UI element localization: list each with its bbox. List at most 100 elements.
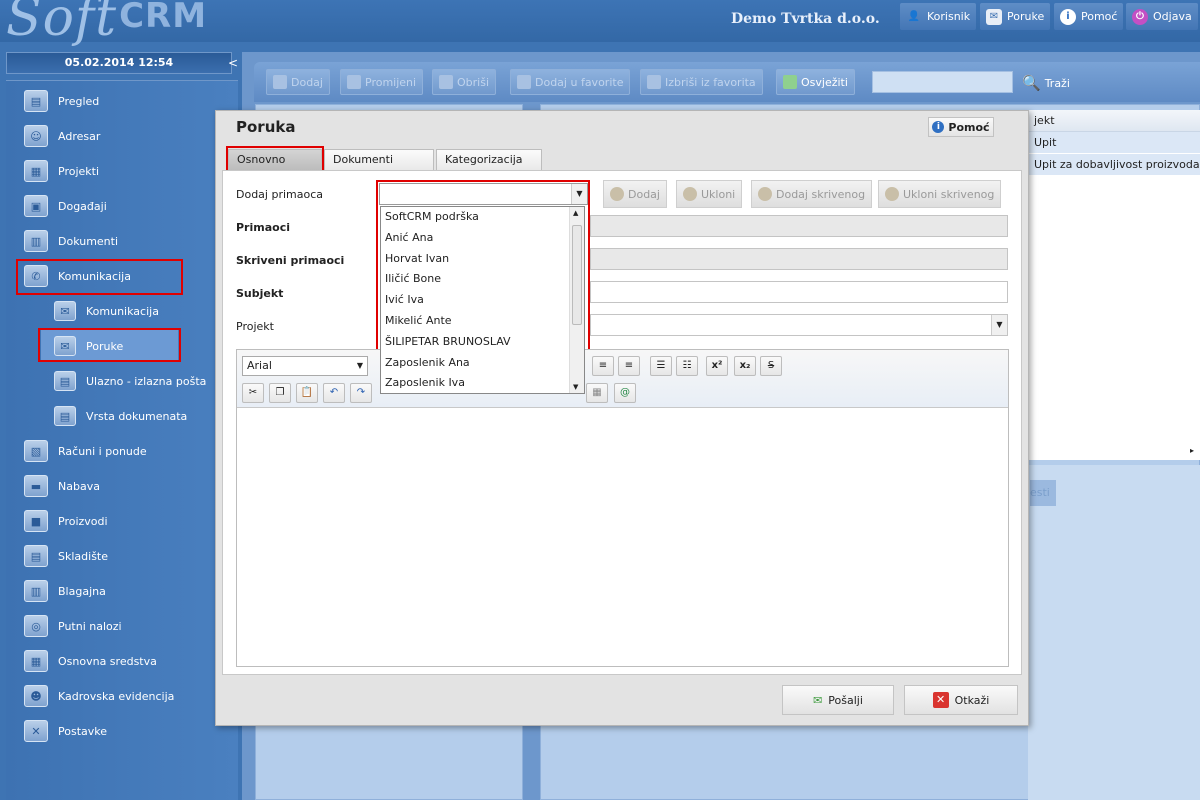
bullet-list-icon[interactable]: ☰: [650, 356, 672, 376]
sidebar-item-dokumenti[interactable]: ▥ Dokumenti: [24, 226, 118, 256]
remove-favorite-button[interactable]: Izbriši iz favorita: [640, 69, 763, 95]
list-item[interactable]: ŠILIPETAR BRUNOSLAV: [381, 332, 584, 353]
sidebar-item-kadrovska-evidencija[interactable]: ☻ Kadrovska evidencija: [24, 681, 174, 711]
power-icon: ⏻: [1132, 8, 1148, 25]
subject-input[interactable]: [590, 281, 1008, 303]
dropdown-scrollbar[interactable]: ▲ ▼: [569, 207, 584, 393]
user-hidden-add-icon: [758, 187, 772, 201]
add-favorite-button[interactable]: Dodaj u favorite: [510, 69, 631, 95]
list-item[interactable]: Anić Ana: [381, 228, 584, 249]
logout-button[interactable]: ⏻ Odjava: [1126, 3, 1198, 30]
chevron-down-icon[interactable]: ▼: [991, 315, 1007, 335]
list-item[interactable]: Mikelić Ante: [381, 311, 584, 332]
justify-icon[interactable]: ≡: [618, 356, 640, 376]
top-bar: SoftCRM Demo Tvrtka d.o.o. 👤 Korisnik ✉ Po…: [0, 0, 1200, 48]
refresh-icon: [783, 75, 797, 89]
delete-icon: [439, 75, 453, 89]
recipients-label: Primaoci: [236, 221, 290, 234]
help-icon: i: [1060, 8, 1076, 25]
scrollbar-thumb[interactable]: [572, 225, 582, 325]
copy-icon[interactable]: ❐: [269, 383, 291, 403]
sidebar-item-dogadaji[interactable]: ▣ Događaji: [24, 191, 107, 221]
travel-icon: ◎: [24, 615, 48, 637]
sidebar-item-ulazno-izlazna-posta[interactable]: ▤ Ulazno - izlazna pošta: [54, 366, 206, 396]
messages-button[interactable]: ✉ Poruke: [980, 3, 1051, 30]
tab-dokumenti[interactable]: Dokumenti: [324, 149, 434, 171]
help-button[interactable]: i Pomoć: [1054, 3, 1124, 30]
align-right-icon[interactable]: ≡: [592, 356, 614, 376]
calendar-icon: ▣: [24, 195, 48, 217]
redo-icon[interactable]: ↷: [350, 383, 372, 403]
remove-hidden-recipient-button[interactable]: Ukloni skrivenog: [878, 180, 1002, 208]
font-select[interactable]: Arial ▼: [242, 356, 368, 376]
sidebar-item-projekti[interactable]: ▦ Projekti: [24, 156, 99, 186]
user-remove-icon: [683, 187, 697, 201]
superscript-icon[interactable]: x²: [706, 356, 728, 376]
strikethrough-icon[interactable]: S: [760, 356, 782, 376]
search-input[interactable]: [872, 71, 1013, 93]
user-add-icon: [610, 187, 624, 201]
sidebar-item-blagajna[interactable]: ▥ Blagajna: [24, 576, 106, 606]
sidebar-item-proizvodi[interactable]: ■ Proizvodi: [24, 506, 108, 536]
hr-icon: ☻: [24, 685, 48, 707]
sidebar-item-postavke[interactable]: ✕ Postavke: [24, 716, 107, 746]
overview-icon: ▤: [24, 90, 48, 112]
products-icon: ■: [24, 510, 48, 532]
sidebar-item-nabava[interactable]: ▬ Nabava: [24, 471, 100, 501]
list-item[interactable]: Ivić Iva: [381, 290, 584, 311]
subscript-icon[interactable]: x₂: [734, 356, 756, 376]
sidebar-item-putni-nalozi[interactable]: ◎ Putni nalozi: [24, 611, 122, 641]
sidebar-item-komunikacija-sub[interactable]: ✉ Komunikacija: [54, 296, 159, 326]
dialog-help-button[interactable]: i Pomoć: [928, 117, 994, 137]
procurement-icon: ▬: [24, 475, 48, 497]
message-editor[interactable]: Arial ▼ ≡ ≡ ☰ ☷ x² x₂ S ✂ ❐ 📋 ↶ ↷ ▦ @: [236, 349, 1009, 667]
sidebar-item-osnovna-sredstva[interactable]: ▦ Osnovna sredstva: [24, 646, 157, 676]
list-item[interactable]: SoftCRM podrška: [381, 207, 584, 228]
table-row[interactable]: Upit za dobavljivost proizvoda: [1028, 154, 1200, 176]
datetime-display: 05.02.2014 12:54: [6, 52, 232, 74]
project-select[interactable]: ▼: [590, 314, 1008, 336]
add-hidden-recipient-button[interactable]: Dodaj skrivenog: [751, 180, 873, 208]
send-icon: ✉: [813, 693, 823, 707]
list-item[interactable]: Horvat Ivan: [381, 249, 584, 270]
tab-kategorizacija[interactable]: Kategorizacija: [436, 149, 542, 171]
link-icon[interactable]: @: [614, 383, 636, 403]
edit-button[interactable]: Promijeni: [340, 69, 424, 95]
sidebar-item-pregled[interactable]: ▤ Pregled: [24, 86, 99, 116]
project-label: Projekt: [236, 320, 274, 333]
dialog-title: Poruka: [236, 118, 296, 136]
table-icon[interactable]: ▦: [586, 383, 608, 403]
sidebar-item-skladiste[interactable]: ▤ Skladište: [24, 541, 108, 571]
numbered-list-icon[interactable]: ☷: [676, 356, 698, 376]
list-item[interactable]: Zaposlenik Iva: [381, 373, 584, 393]
cancel-button[interactable]: ✕ Otkaži: [904, 685, 1018, 715]
send-button[interactable]: ✉ Pošalji: [782, 685, 894, 715]
lower-panel-button[interactable]: esti: [1030, 480, 1056, 506]
search-button[interactable]: 🔍 Traži: [1022, 70, 1070, 96]
scroll-up-icon[interactable]: ▲: [573, 209, 578, 217]
delete-button[interactable]: Obriši: [432, 69, 497, 95]
remove-recipient-button[interactable]: Ukloni: [676, 180, 743, 208]
recipients-field: [590, 215, 1008, 237]
sidebar-item-adresar[interactable]: ☺ Adresar: [24, 121, 100, 151]
list-item[interactable]: Iličić Bone: [381, 269, 584, 290]
add-recipient-button[interactable]: Dodaj: [603, 180, 667, 208]
scroll-down-icon[interactable]: ▼: [573, 383, 578, 391]
user-button[interactable]: 👤 Korisnik: [900, 3, 977, 30]
mail-log-icon: ▤: [54, 371, 76, 391]
paste-icon[interactable]: 📋: [296, 383, 318, 403]
table-row[interactable]: Upit: [1028, 132, 1200, 154]
projects-icon: ▦: [24, 160, 48, 182]
cash-register-icon: ▥: [24, 580, 48, 602]
sidebar-item-vrsta-dokumenata[interactable]: ▤ Vrsta dokumenata: [54, 401, 187, 431]
add-button[interactable]: Dodaj: [266, 69, 330, 95]
cut-icon[interactable]: ✂: [242, 383, 264, 403]
scroll-right-icon[interactable]: ▸: [1190, 446, 1194, 455]
refresh-button[interactable]: Osvježiti: [776, 69, 855, 95]
warehouse-icon: ▤: [24, 545, 48, 567]
collapse-sidebar-icon[interactable]: <: [228, 56, 238, 70]
list-item[interactable]: Zaposlenik Ana: [381, 353, 584, 374]
star-remove-icon: [647, 75, 661, 89]
undo-icon[interactable]: ↶: [323, 383, 345, 403]
sidebar-item-racuni[interactable]: ▧ Računi i ponude: [24, 436, 147, 466]
